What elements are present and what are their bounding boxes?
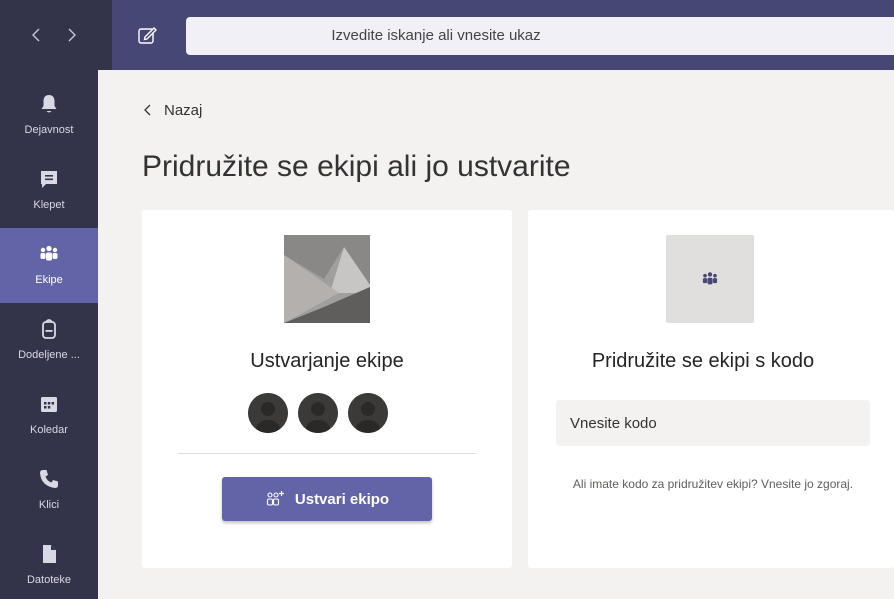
add-team-icon bbox=[266, 491, 284, 506]
join-team-card: Pridružite se ekipi s kodo Ali imate kod… bbox=[528, 210, 894, 568]
create-team-button-label: Ustvari ekipo bbox=[294, 490, 390, 508]
rail-item-label: Dodeljene ... bbox=[18, 349, 80, 361]
rail-item-chat[interactable]: Klepet bbox=[0, 153, 98, 228]
create-team-button[interactable]: Ustvari ekipo bbox=[222, 477, 432, 521]
team-image-placeholder-icon bbox=[284, 235, 370, 323]
rail-item-files[interactable]: Datoteke bbox=[0, 528, 98, 599]
rail-item-label: Ekipe bbox=[35, 274, 63, 286]
rail-item-activity[interactable]: Dejavnost bbox=[0, 78, 98, 153]
create-team-title: Ustvarjanje ekipe bbox=[250, 350, 404, 372]
avatar bbox=[298, 393, 338, 433]
calendar-icon bbox=[37, 392, 61, 416]
page-title: Pridružite se ekipi ali jo ustvarite bbox=[142, 150, 571, 183]
chevron-right-icon[interactable] bbox=[62, 26, 80, 44]
chevron-left-icon bbox=[144, 104, 151, 116]
main-content: Nazaj Pridružite se ekipi ali jo ustvari… bbox=[98, 70, 894, 599]
team-code-input[interactable] bbox=[556, 400, 870, 446]
compose-icon[interactable] bbox=[136, 24, 158, 46]
chat-icon bbox=[37, 167, 61, 191]
join-hint-text: Ali imate kodo za pridružitev ekipi? Vne… bbox=[572, 477, 854, 491]
join-team-title: Pridružite se ekipi s kodo bbox=[591, 350, 815, 372]
divider bbox=[178, 453, 476, 454]
chevron-left-icon[interactable] bbox=[28, 26, 46, 44]
avatar bbox=[348, 393, 388, 433]
file-icon bbox=[37, 542, 61, 566]
back-label: Nazaj bbox=[164, 101, 203, 119]
backpack-icon bbox=[37, 317, 61, 341]
back-link[interactable]: Nazaj bbox=[142, 100, 202, 120]
avatar bbox=[248, 393, 288, 433]
nav-arrows bbox=[0, 0, 112, 70]
avatar-group bbox=[248, 393, 398, 433]
rail-item-label: Datoteke bbox=[26, 574, 72, 586]
rail-item-calls[interactable]: Klici bbox=[0, 453, 98, 528]
bell-icon bbox=[37, 92, 61, 116]
join-team-tile bbox=[666, 235, 754, 323]
teams-icon bbox=[702, 272, 718, 285]
create-team-card: Ustvarjanje ekipe Ustvari ekipo bbox=[142, 210, 512, 568]
teams-icon bbox=[37, 242, 61, 266]
search-input[interactable]: Izvedite iskanje ali vnesite ukaz bbox=[186, 17, 894, 55]
app-rail: Dejavnost Klepet Ekipe Dodeljene ... Kol… bbox=[0, 70, 98, 599]
rail-item-label: Koledar bbox=[30, 424, 68, 436]
rail-item-label: Klepet bbox=[33, 199, 65, 211]
rail-item-assignments[interactable]: Dodeljene ... bbox=[0, 303, 98, 378]
phone-icon bbox=[37, 467, 61, 491]
rail-item-label: Klici bbox=[38, 499, 60, 511]
rail-item-label: Dejavnost bbox=[24, 124, 74, 136]
rail-item-teams[interactable]: Ekipe bbox=[0, 228, 98, 303]
rail-item-calendar[interactable]: Koledar bbox=[0, 378, 98, 453]
title-bar: Izvedite iskanje ali vnesite ukaz bbox=[0, 0, 894, 70]
